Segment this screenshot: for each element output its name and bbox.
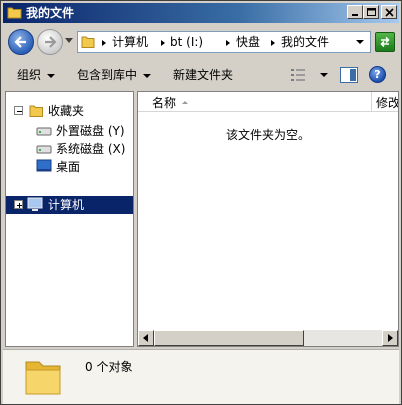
title-bar[interactable]: 我的文件 [3,3,399,23]
expand-icon[interactable] [14,200,23,209]
column-header-row: 名称 修改 [138,92,398,112]
breadcrumb-separator[interactable] [226,40,230,46]
include-in-library-label: 包含到库中 [77,68,138,82]
tree-item-computer[interactable]: 计算机 [6,196,133,214]
arrow-left-icon [14,36,26,48]
chevron-down-icon [47,73,56,78]
command-bar: 组织 包含到库中 新建文件夹 ? [3,61,399,89]
favorites-label: 收藏夹 [48,104,85,118]
arrow-left-icon [143,334,148,342]
breadcrumb-drive[interactable]: bt (I:) [170,35,203,49]
minimize-icon [352,14,358,16]
details-pane: 0 个对象 [3,349,399,404]
close-icon [385,8,394,17]
breadcrumb-my-files[interactable]: 我的文件 [281,35,329,49]
tree-item-desktop[interactable]: 桌面 [6,158,133,176]
column-divider[interactable] [371,92,372,112]
view-dropdown[interactable] [320,73,328,77]
desktop-label: 桌面 [56,160,81,174]
breadcrumb-kuaipan[interactable]: 快盘 [236,35,260,49]
folder-icon [81,36,95,48]
breadcrumb-computer[interactable]: 计算机 [112,35,148,49]
minimize-button[interactable] [347,5,363,19]
sort-ascending-icon [182,101,188,104]
drive-icon [36,127,52,136]
item-count: 0 个对象 [85,360,133,374]
close-button[interactable] [381,5,397,19]
tree-item-favorites[interactable]: 收藏夹 [6,102,133,120]
help-icon[interactable]: ? [369,66,386,83]
view-options-icon[interactable] [290,68,306,82]
drive-icon [36,145,52,154]
breadcrumb-separator[interactable] [271,40,275,46]
folder-icon [7,7,22,19]
maximize-button[interactable] [363,5,379,19]
refresh-icon [380,36,390,48]
computer-icon [27,197,43,211]
organize-menu[interactable]: 组织 [17,68,56,82]
chevron-down-icon [143,73,152,78]
navigation-pane: 收藏夹 外置磁盘 (Y) 系统磁盘 (X) 桌面 计算机 [5,91,134,347]
include-in-library-menu[interactable]: 包含到库中 [77,68,152,82]
organize-label: 组织 [17,68,42,82]
empty-folder-message: 该文件夹为空。 [225,128,310,142]
recent-pages-dropdown[interactable] [65,38,73,44]
explorer-window: 我的文件 计算机 bt (I:) 快盘 我的文件 组织 包含到库中 新建文件夹 … [0,0,402,405]
column-header-name[interactable]: 名称 [152,96,176,110]
address-dropdown[interactable] [356,40,364,44]
horizontal-scrollbar[interactable] [138,330,398,346]
forward-button[interactable] [37,29,63,55]
file-list-pane[interactable]: 名称 修改 该文件夹为空。 [137,91,399,347]
star-folder-icon [29,105,43,117]
arrow-right-icon [45,36,57,48]
external-disk-label: 外置磁盘 (Y) [56,124,125,138]
window-title: 我的文件 [26,6,75,20]
new-folder-button[interactable]: 新建文件夹 [173,68,233,82]
scroll-left-button[interactable] [138,330,154,346]
preview-pane-icon[interactable] [340,67,358,83]
desktop-icon [36,159,52,172]
scroll-thumb[interactable] [154,330,304,346]
folder-icon [25,361,61,395]
navigation-bar: 计算机 bt (I:) 快盘 我的文件 [3,25,399,59]
computer-label: 计算机 [48,198,85,212]
tree-item-external-disk[interactable]: 外置磁盘 (Y) [6,122,133,140]
breadcrumb-separator[interactable] [161,40,165,46]
address-bar[interactable]: 计算机 bt (I:) 快盘 我的文件 [77,31,371,53]
collapse-icon[interactable] [14,106,23,115]
tree-item-system-disk[interactable]: 系统磁盘 (X) [6,140,133,158]
arrow-right-icon [388,334,393,342]
column-header-modified[interactable]: 修改 [376,96,398,110]
maximize-icon [367,8,376,16]
breadcrumb-separator[interactable] [102,40,106,46]
scroll-right-button[interactable] [382,330,398,346]
back-button[interactable] [8,29,34,55]
refresh-button[interactable] [375,32,395,52]
system-disk-label: 系统磁盘 (X) [56,142,126,156]
